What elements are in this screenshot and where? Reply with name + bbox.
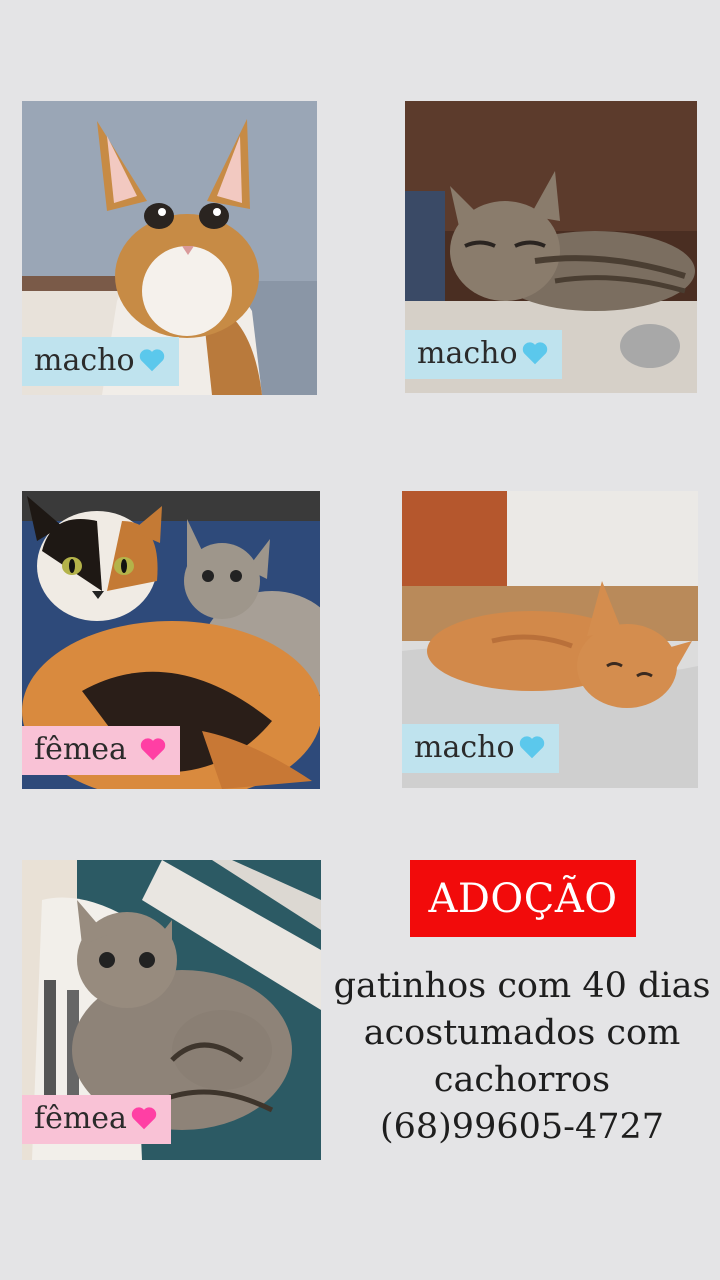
gender-label: macho bbox=[417, 336, 518, 371]
gender-label: macho bbox=[414, 730, 515, 765]
info-dogs-line-2: cachorros bbox=[433, 1060, 611, 1100]
gender-tag-macho: macho bbox=[402, 724, 559, 773]
gender-label: fêmea bbox=[34, 1101, 127, 1136]
gender-label: fêmea bbox=[34, 732, 137, 767]
info-dogs-line-1: acostumados com bbox=[363, 1013, 681, 1053]
kitten-photo-4: macho bbox=[402, 491, 698, 788]
contact-phone[interactable]: (68)99605-4727 bbox=[326, 1104, 718, 1151]
info-age-line: gatinhos com 40 dias bbox=[333, 966, 711, 1006]
blue-heart-icon bbox=[517, 732, 547, 762]
pink-heart-icon bbox=[129, 1103, 159, 1133]
kitten-photo-2: macho bbox=[405, 101, 697, 393]
blue-heart-icon bbox=[520, 338, 550, 368]
gender-tag-femea: fêmea bbox=[22, 1095, 171, 1144]
adoption-info: gatinhos com 40 dias acostumados com cac… bbox=[326, 963, 718, 1151]
gender-tag-macho: macho bbox=[22, 337, 179, 386]
kitten-photo-1: macho bbox=[22, 101, 317, 395]
pink-heart-icon bbox=[138, 734, 168, 764]
gender-tag-femea: fêmea bbox=[22, 726, 181, 775]
adoption-banner: ADOÇÃO bbox=[410, 860, 636, 937]
kitten-photo-3: fêmea bbox=[22, 491, 320, 789]
blue-heart-icon bbox=[137, 345, 167, 375]
gender-tag-macho: macho bbox=[405, 330, 562, 379]
gender-label: macho bbox=[34, 343, 135, 378]
kitten-photo-5: fêmea bbox=[22, 860, 321, 1160]
